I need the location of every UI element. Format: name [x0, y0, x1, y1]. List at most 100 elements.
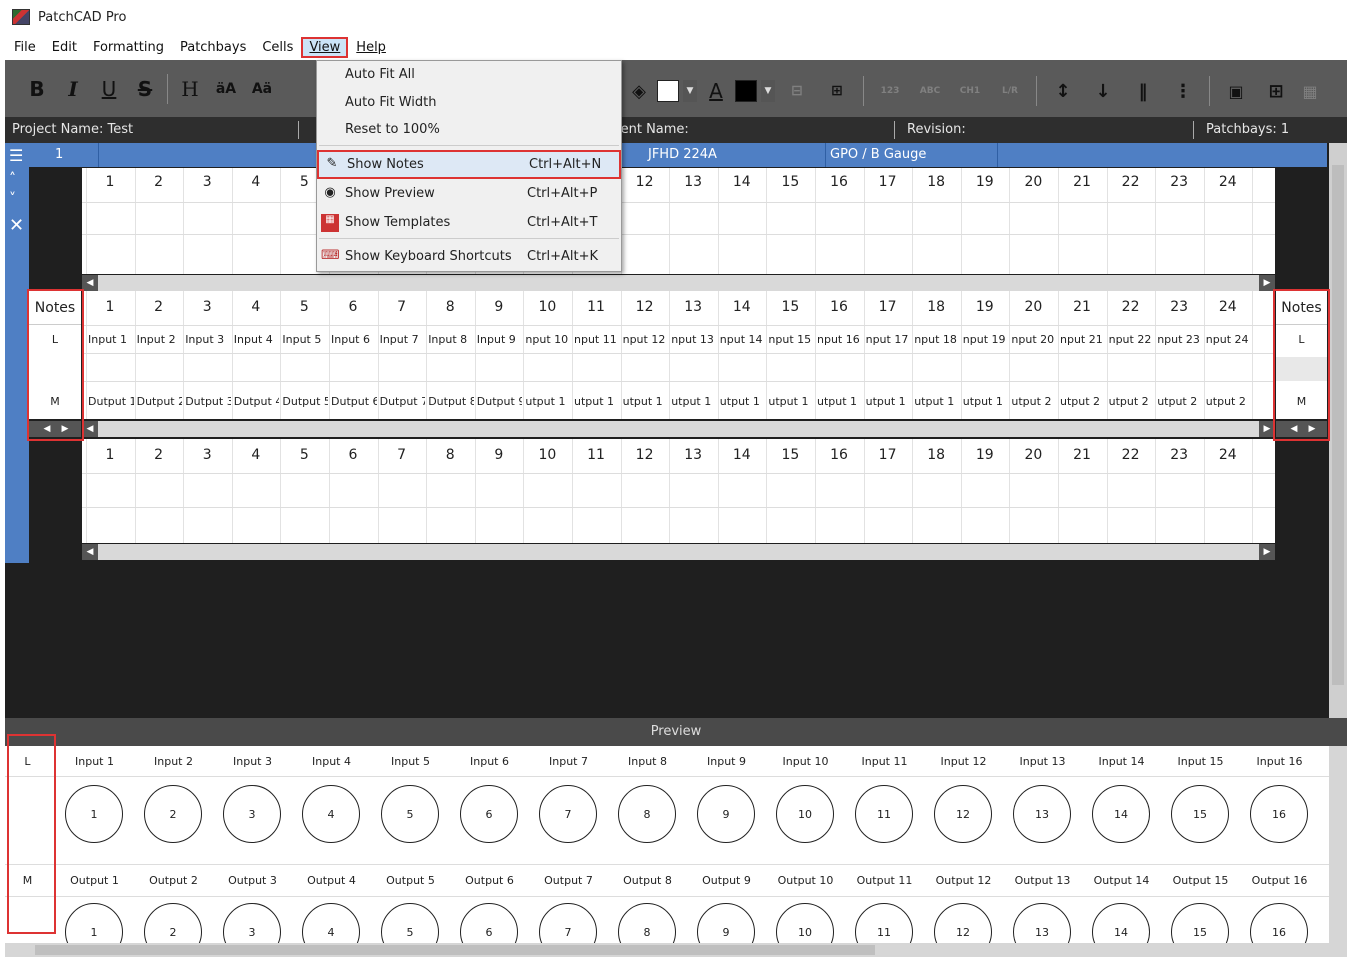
- italic-button[interactable]: I: [55, 71, 91, 107]
- column-number[interactable]: 12: [621, 299, 669, 315]
- column-number[interactable]: 15: [766, 174, 814, 190]
- output-cell[interactable]: Dutput 3: [185, 395, 231, 408]
- output-cell[interactable]: utput 1: [817, 395, 863, 408]
- output-cell[interactable]: Dutput 2: [137, 395, 183, 408]
- column-number[interactable]: 22: [1107, 447, 1155, 463]
- font-color-dropdown[interactable]: ▼: [761, 80, 775, 102]
- column-number[interactable]: 12: [621, 447, 669, 463]
- column-number[interactable]: 17: [864, 299, 912, 315]
- preview-input-jack[interactable]: 10: [776, 785, 834, 843]
- input-cell[interactable]: nput 17: [866, 333, 912, 346]
- column-number[interactable]: 1: [86, 174, 134, 190]
- output-cell[interactable]: utput 1: [866, 395, 912, 408]
- numbering-icon[interactable]: 123: [872, 73, 908, 109]
- input-cell[interactable]: nput 20: [1011, 333, 1057, 346]
- input-cell[interactable]: Input 6: [331, 333, 377, 346]
- column-number[interactable]: 15: [766, 299, 814, 315]
- strikethrough-button[interactable]: S: [127, 71, 163, 107]
- output-cell[interactable]: Dutput 8: [428, 395, 474, 408]
- input-cell[interactable]: nput 13: [671, 333, 717, 346]
- column-number[interactable]: 12: [621, 174, 669, 190]
- column-number[interactable]: 6: [329, 299, 377, 315]
- border-none-icon[interactable]: ▦: [1298, 73, 1322, 109]
- preview-input-jack[interactable]: 14: [1092, 785, 1150, 843]
- column-number[interactable]: 16: [815, 299, 863, 315]
- input-cell[interactable]: Input 3: [185, 333, 231, 346]
- column-number[interactable]: 24: [1204, 299, 1252, 315]
- close-icon[interactable]: ✕: [9, 215, 24, 236]
- channel-icon[interactable]: CH1: [952, 73, 988, 109]
- chevron-up-icon[interactable]: ˄: [9, 171, 16, 187]
- vertical-scroll-thumb[interactable]: [1332, 165, 1344, 685]
- menu-patchbays[interactable]: Patchbays: [172, 38, 254, 57]
- input-cell[interactable]: nput 23: [1157, 333, 1203, 346]
- output-cell[interactable]: utput 1: [768, 395, 814, 408]
- column-number[interactable]: 22: [1107, 299, 1155, 315]
- column-number[interactable]: 9: [475, 447, 523, 463]
- output-cell[interactable]: utput 2: [1157, 395, 1203, 408]
- column-number[interactable]: 22: [1107, 174, 1155, 190]
- output-cell[interactable]: utput 1: [914, 395, 960, 408]
- border-all-icon[interactable]: ⊞: [1258, 73, 1294, 109]
- input-cell[interactable]: Input 2: [137, 333, 183, 346]
- menu-item-show-notes[interactable]: ✎ Show Notes Ctrl+Alt+N: [317, 150, 621, 179]
- column-number[interactable]: 23: [1155, 299, 1203, 315]
- column-number[interactable]: 7: [378, 447, 426, 463]
- output-cell[interactable]: utput 2: [1109, 395, 1155, 408]
- input-cell[interactable]: nput 12: [623, 333, 669, 346]
- left-right-icon[interactable]: L/R: [992, 73, 1028, 109]
- input-cell[interactable]: Input 1: [88, 333, 134, 346]
- scroll-right-arrow[interactable]: ▶: [1259, 544, 1275, 560]
- input-cell[interactable]: nput 18: [914, 333, 960, 346]
- preview-input-jack[interactable]: 3: [223, 785, 281, 843]
- output-cell[interactable]: utput 1: [525, 395, 571, 408]
- column-number[interactable]: 18: [912, 447, 960, 463]
- menu-file[interactable]: File: [6, 38, 44, 57]
- column-number[interactable]: 13: [669, 447, 717, 463]
- uppercase-button[interactable]: Aä: [244, 71, 280, 107]
- column-number[interactable]: 7: [378, 299, 426, 315]
- output-cell[interactable]: utput 2: [1206, 395, 1252, 408]
- output-cell[interactable]: utput 2: [1011, 395, 1057, 408]
- column-number[interactable]: 14: [718, 174, 766, 190]
- menu-item-auto-fit-all[interactable]: Auto Fit All: [317, 62, 621, 88]
- workspace-vertical-scrollbar[interactable]: [1329, 143, 1347, 718]
- output-cell[interactable]: utput 1: [623, 395, 669, 408]
- output-cell[interactable]: Dutput 5: [282, 395, 328, 408]
- column-number[interactable]: 10: [523, 299, 571, 315]
- column-number[interactable]: 11: [572, 299, 620, 315]
- column-number[interactable]: 3: [183, 174, 231, 190]
- column-number[interactable]: 13: [669, 299, 717, 315]
- column-number[interactable]: 17: [864, 447, 912, 463]
- scroll-left-arrow[interactable]: ◀: [82, 421, 98, 437]
- menu-item-reset-zoom[interactable]: Reset to 100%: [317, 117, 621, 143]
- input-cell[interactable]: nput 15: [768, 333, 814, 346]
- border-outer-icon[interactable]: ▣: [1218, 73, 1254, 109]
- preview-input-jack[interactable]: 8: [618, 785, 676, 843]
- input-cell[interactable]: Input 8: [428, 333, 474, 346]
- preview-input-jack[interactable]: 9: [697, 785, 755, 843]
- output-cell[interactable]: Dutput 1: [88, 395, 134, 408]
- menu-edit[interactable]: Edit: [44, 38, 85, 57]
- output-cell[interactable]: Dutput 7: [380, 395, 426, 408]
- column-number[interactable]: 13: [669, 174, 717, 190]
- column-number[interactable]: 8: [426, 447, 474, 463]
- preview-input-jack[interactable]: 2: [144, 785, 202, 843]
- fill-color-dropdown[interactable]: ▼: [683, 80, 697, 102]
- menu-help[interactable]: Help: [348, 38, 394, 57]
- font-color-swatch[interactable]: [735, 80, 757, 102]
- column-number[interactable]: 16: [815, 447, 863, 463]
- column-number[interactable]: 17: [864, 174, 912, 190]
- fill-color-swatch[interactable]: [657, 80, 679, 102]
- column-number[interactable]: 21: [1058, 447, 1106, 463]
- column-number[interactable]: 20: [1009, 447, 1057, 463]
- menu-item-show-keyboard-shortcuts[interactable]: ⌨ Show Keyboard Shortcuts Ctrl+Alt+K: [317, 244, 621, 270]
- bold-button[interactable]: B: [19, 71, 55, 107]
- column-number[interactable]: 23: [1155, 174, 1203, 190]
- top-horizontal-scrollbar[interactable]: ◀ ▶: [82, 275, 1275, 291]
- column-number[interactable]: 9: [475, 299, 523, 315]
- split-cells-icon[interactable]: ⊞: [819, 73, 855, 109]
- output-cell[interactable]: Dutput 4: [234, 395, 280, 408]
- preview-input-jack[interactable]: 5: [381, 785, 439, 843]
- output-cell[interactable]: utput 1: [574, 395, 620, 408]
